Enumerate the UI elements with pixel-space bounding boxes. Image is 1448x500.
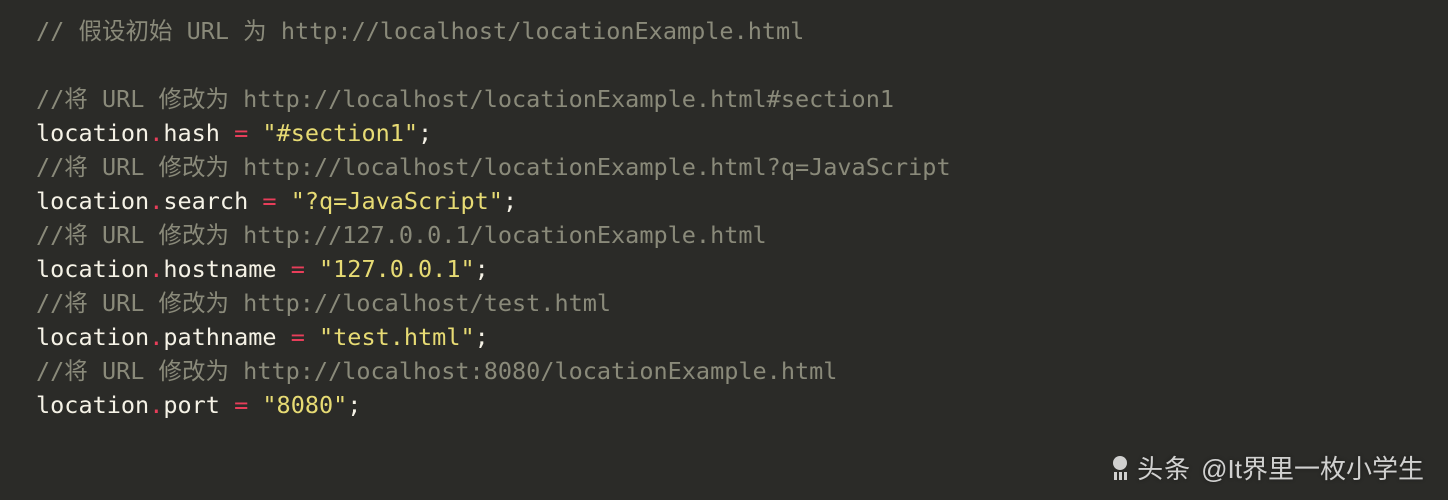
code-line: location.hash = "#section1";	[36, 119, 432, 147]
code-line: location.pathname = "test.html";	[36, 323, 489, 351]
code-line: //将 URL 修改为 http://localhost/locationExa…	[36, 153, 951, 181]
watermark-brand: 头条	[1137, 449, 1191, 486]
code-line: //将 URL 修改为 http://localhost/test.html	[36, 289, 611, 317]
code-line: location.hostname = "127.0.0.1";	[36, 255, 489, 283]
code-line: // 假设初始 URL 为 http://localhost/locationE…	[36, 17, 804, 45]
toutiao-logo-icon	[1113, 456, 1127, 480]
code-line: //将 URL 修改为 http://localhost/locationExa…	[36, 85, 894, 113]
watermark-handle: @It界里一枚小学生	[1201, 449, 1424, 486]
code-snippet: // 假设初始 URL 为 http://localhost/locationE…	[0, 0, 1448, 422]
code-line: location.search = "?q=JavaScript";	[36, 187, 517, 215]
code-line: //将 URL 修改为 http://127.0.0.1/locationExa…	[36, 221, 767, 249]
watermark: 头条 @It界里一枚小学生	[1113, 449, 1424, 486]
code-line: //将 URL 修改为 http://localhost:8080/locati…	[36, 357, 837, 385]
code-line: location.port = "8080";	[36, 391, 361, 419]
